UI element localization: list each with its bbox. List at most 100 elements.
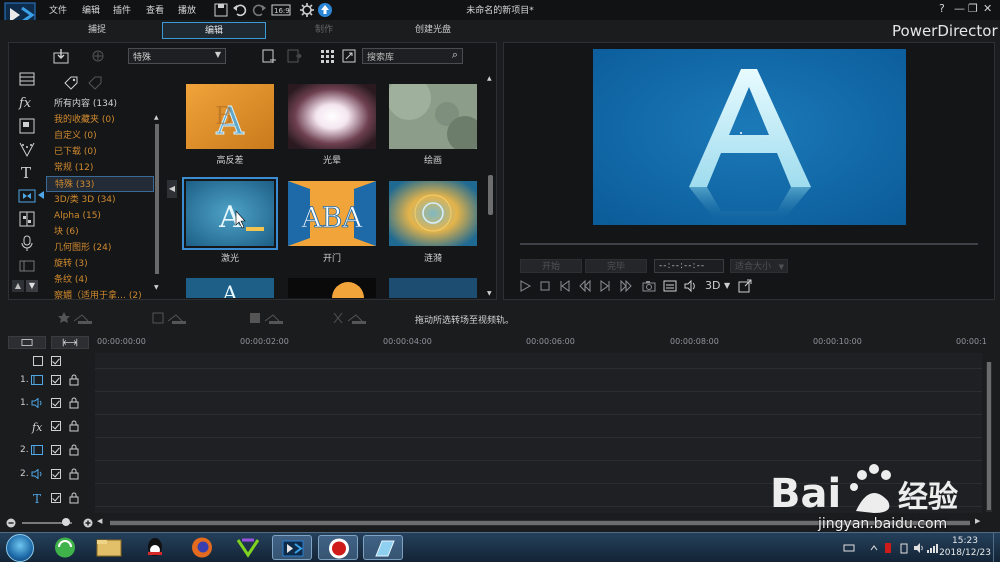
track-row-audio-1[interactable] <box>95 392 982 415</box>
taskbar-app-360-icon[interactable] <box>45 535 85 560</box>
snapshot-camera-icon[interactable] <box>642 279 656 293</box>
previous-frame-icon[interactable] <box>558 279 572 293</box>
redo-icon[interactable] <box>251 2 267 18</box>
import-media-icon[interactable] <box>53 48 69 64</box>
transition-thumb-ripple[interactable] <box>389 181 477 246</box>
category-item[interactable]: 所有内容 (134) <box>46 96 154 112</box>
search-input[interactable]: 搜索库 ⌕ <box>362 48 463 64</box>
title-room-icon[interactable]: T <box>18 163 36 181</box>
help-button[interactable]: ? <box>939 2 945 15</box>
category-dropdown[interactable]: 特殊 ▼ <box>128 48 226 64</box>
track-enable-checkbox[interactable] <box>51 375 61 385</box>
track-enable-checkbox[interactable] <box>51 493 61 503</box>
transition-thumb-painting[interactable] <box>389 84 477 149</box>
category-item[interactable]: 我的收藏夹 (0) <box>46 112 154 128</box>
scroll-up-arrow-icon[interactable]: ▲ <box>154 114 159 121</box>
menu-file[interactable]: 文件 <box>49 3 67 16</box>
track-enable-checkbox[interactable] <box>51 445 61 455</box>
taskbar-app-blue-icon[interactable] <box>363 535 403 560</box>
transition-thumb-partial[interactable] <box>389 278 477 298</box>
start-button[interactable] <box>6 534 34 562</box>
category-item[interactable]: Alpha (15) <box>46 208 154 224</box>
grid-view-icon[interactable] <box>319 48 335 64</box>
transition-room-icon[interactable] <box>18 187 36 205</box>
fit-size-dropdown[interactable]: 适合大小 ▼ <box>730 259 788 273</box>
rewind-icon[interactable] <box>578 279 592 293</box>
taskbar-firefox-icon[interactable] <box>182 535 222 560</box>
voiceover-microphone-icon[interactable] <box>18 234 36 252</box>
scroll-up-arrow-icon[interactable]: ▲ <box>487 75 492 82</box>
track-enable-checkbox[interactable] <box>51 421 61 431</box>
taskbar-clock[interactable]: 15:23 2018/12/23 <box>935 535 995 559</box>
tab-produce[interactable]: 制作 <box>272 22 376 39</box>
taskbar-powerdirector-icon[interactable] <box>272 535 312 560</box>
menu-view[interactable]: 查看 <box>146 3 164 16</box>
menu-plugins[interactable]: 插件 <box>113 3 131 16</box>
next-frame-icon[interactable] <box>598 279 612 293</box>
scroll-down-arrow-icon[interactable]: ▼ <box>154 284 159 291</box>
search-icon[interactable]: ⌕ <box>452 48 458 62</box>
apply-transition-icon[interactable] <box>58 311 94 325</box>
particle-room-icon[interactable] <box>18 140 36 158</box>
settings-gear-icon[interactable] <box>299 2 315 18</box>
lock-icon[interactable] <box>69 444 79 456</box>
category-scroll-thumb[interactable] <box>155 124 159 274</box>
tray-security-icon[interactable] <box>882 542 894 554</box>
transition-thumb-partial[interactable]: A <box>186 278 274 298</box>
category-item-selected[interactable]: 特殊 (33) <box>46 176 154 192</box>
save-icon[interactable] <box>213 2 229 18</box>
crossfade-transition-icon[interactable] <box>249 311 285 325</box>
play-icon[interactable] <box>518 279 532 293</box>
volume-icon[interactable] <box>683 279 697 293</box>
lock-icon[interactable] <box>69 492 79 504</box>
scroll-down-button[interactable]: ▼ <box>26 280 38 292</box>
scroll-left-arrow-icon[interactable]: ◀ <box>97 517 102 525</box>
remove-tag-icon[interactable] <box>86 74 104 92</box>
close-button[interactable]: ✕ <box>983 2 992 15</box>
lock-icon[interactable] <box>69 374 79 386</box>
lock-icon[interactable] <box>69 420 79 432</box>
zoom-out-icon[interactable] <box>6 518 16 528</box>
mark-out-button[interactable]: 完毕 <box>585 259 647 273</box>
transition-thumb-open-door[interactable]: ABA <box>288 181 376 246</box>
taskbar-app-green-icon[interactable] <box>228 535 268 560</box>
stop-icon[interactable] <box>538 279 552 293</box>
collapse-panel-button[interactable]: ◀ <box>167 180 177 198</box>
category-item[interactable]: 已下载 (0) <box>46 144 154 160</box>
random-transition-icon[interactable] <box>332 311 368 325</box>
chevron-down-icon[interactable]: ▼ <box>724 281 730 290</box>
undock-window-icon[interactable] <box>738 279 752 293</box>
effect-room-fx-icon[interactable]: fx <box>18 93 36 111</box>
select-all-box[interactable] <box>33 356 43 366</box>
lock-icon[interactable] <box>69 397 79 409</box>
track-row-fx[interactable] <box>95 415 982 438</box>
track-row-video-1[interactable] <box>95 369 982 392</box>
mark-in-button[interactable]: 开始 <box>520 259 582 273</box>
chapter-room-icon[interactable] <box>18 257 36 275</box>
scroll-up-button[interactable]: ▲ <box>12 280 24 292</box>
zoom-in-icon[interactable] <box>83 518 93 528</box>
media-room-icon[interactable] <box>18 70 36 88</box>
pip-room-icon[interactable] <box>18 117 36 135</box>
taskbar-qq-icon[interactable] <box>135 535 175 560</box>
tab-create-disc[interactable]: 创建光盘 <box>381 22 485 39</box>
audio-mixing-room-icon[interactable] <box>18 210 36 228</box>
fit-timeline-icon[interactable] <box>51 336 89 349</box>
fast-forward-icon[interactable] <box>619 279 633 293</box>
3d-mode-toggle[interactable]: 3D <box>705 279 720 292</box>
thumbnail-scroll-thumb[interactable] <box>488 175 493 215</box>
zoom-slider-handle[interactable] <box>62 518 70 526</box>
aspect-ratio-icon[interactable]: 16:9 <box>271 2 291 18</box>
category-item[interactable]: 3D/类 3D (34) <box>46 192 154 208</box>
add-tag-icon[interactable] <box>62 74 80 92</box>
category-item[interactable]: 自定义 (0) <box>46 128 154 144</box>
preview-progress-bar[interactable] <box>520 243 978 245</box>
transition-thumb-high-contrast[interactable]: A B <box>186 84 274 149</box>
tray-expand-icon[interactable] <box>868 542 880 554</box>
track-enable-checkbox[interactable] <box>51 398 61 408</box>
subtitle-icon[interactable] <box>663 279 677 293</box>
track-enable-checkbox[interactable] <box>51 469 61 479</box>
show-desktop-button[interactable] <box>993 533 1000 562</box>
transition-thumb-glow[interactable] <box>288 84 376 149</box>
category-item[interactable]: 块 (6) <box>46 224 154 240</box>
